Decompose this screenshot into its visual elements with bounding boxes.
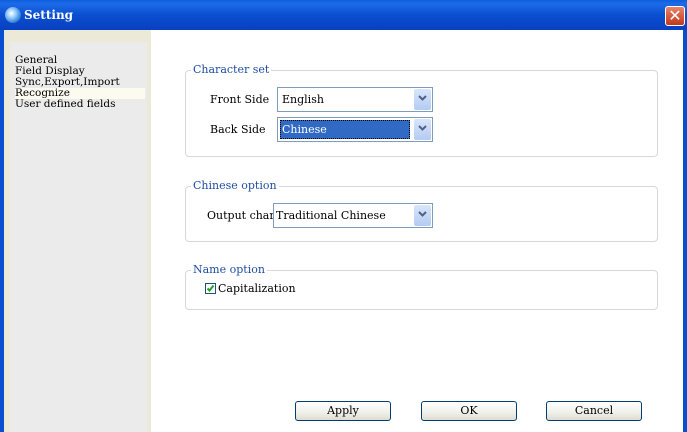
capitalization-checkbox[interactable] [205,283,216,294]
back-side-value: Chinese [282,123,327,136]
window-frame-right [683,30,687,432]
front-side-label: Front Side [210,93,270,106]
close-icon: ✕ [668,6,682,25]
chevron-down-icon [418,95,427,101]
back-side-select[interactable]: Chinese [277,117,433,142]
back-side-label: Back Side [210,123,266,136]
name-option-title: Name option [191,263,267,276]
output-character-value: Traditional Chinese [276,209,386,222]
character-set-title: Character set [191,63,272,76]
capitalization-label[interactable]: Capitalization [218,283,296,295]
settings-nav: General Field Display Sync,Export,Import… [10,42,147,432]
title-bar[interactable]: Setting ✕ [0,0,687,30]
front-side-select[interactable]: English [277,87,433,112]
sidebar-item-user-defined-fields[interactable]: User defined fields [15,99,145,110]
window-title: Setting [24,8,74,22]
output-character-label: Output characte [207,210,274,222]
output-character-select[interactable]: Traditional Chinese [273,203,433,228]
back-side-dropdown-button[interactable] [414,119,431,140]
output-character-dropdown-button[interactable] [414,205,431,226]
checkmark-icon [206,284,215,292]
chevron-down-icon [418,125,427,131]
character-set-group [185,70,658,157]
cancel-button[interactable]: Cancel [546,401,642,421]
sidebar: General Field Display Sync,Export,Import… [4,30,151,432]
app-icon [5,7,21,23]
chevron-down-icon [418,211,427,217]
chinese-option-title: Chinese option [191,179,279,192]
front-side-value: English [282,93,324,106]
apply-button[interactable]: Apply [295,401,391,421]
close-button[interactable]: ✕ [665,6,685,26]
ok-button[interactable]: OK [421,401,517,421]
front-side-dropdown-button[interactable] [414,89,431,110]
